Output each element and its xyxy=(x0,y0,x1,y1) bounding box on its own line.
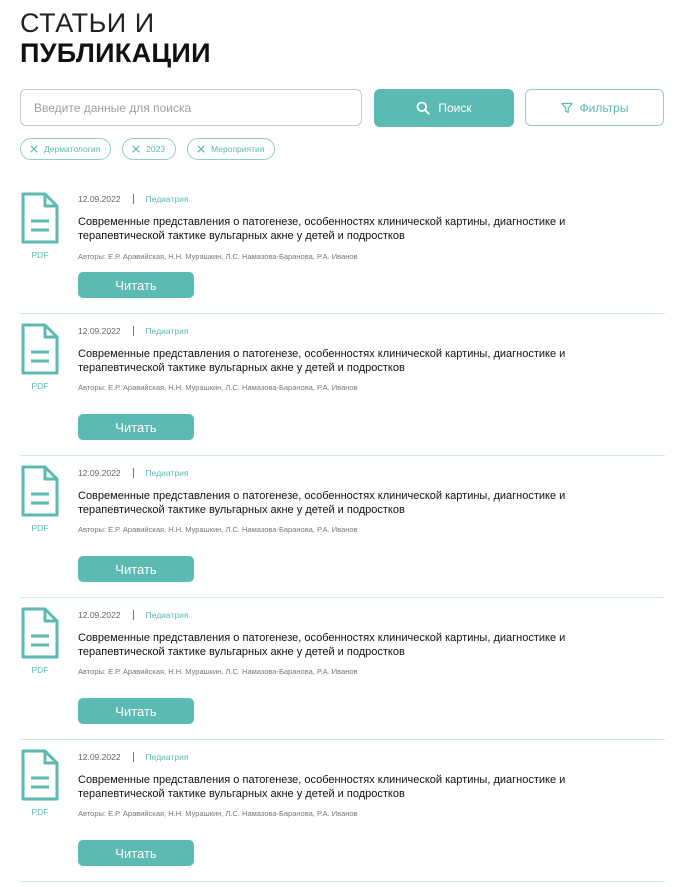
filter-chip-year[interactable]: 2023 xyxy=(122,138,177,160)
search-button-label: Поиск xyxy=(438,101,472,115)
filters-button[interactable]: Фильтры xyxy=(525,89,664,126)
close-icon[interactable] xyxy=(132,145,140,153)
file-type-label: PDF xyxy=(31,381,49,391)
pdf-document-icon[interactable] xyxy=(20,607,60,659)
filter-chip-label: 2023 xyxy=(146,144,166,154)
search-button[interactable]: Поиск xyxy=(374,89,514,127)
article-item: PDF 12.09.2022 Педиатрия Современные пре… xyxy=(20,314,665,456)
pdf-document-icon[interactable] xyxy=(20,192,60,244)
filter-chip-dermatology[interactable]: Дерматология xyxy=(20,138,112,160)
article-date: 12.09.2022 xyxy=(78,752,121,762)
file-type-label: PDF xyxy=(31,523,49,533)
file-type-label: PDF xyxy=(31,665,49,675)
meta-divider xyxy=(132,752,134,762)
article-title[interactable]: Современные представления о патогенезе, … xyxy=(78,489,638,517)
meta-divider xyxy=(132,326,134,336)
article-title[interactable]: Современные представления о патогенезе, … xyxy=(78,347,638,375)
article-category[interactable]: Педиатрия xyxy=(146,468,189,478)
article-category[interactable]: Педиатрия xyxy=(146,752,189,762)
article-date: 12.09.2022 xyxy=(78,326,121,336)
meta-divider xyxy=(132,610,134,620)
article-item: PDF 12.09.2022 Педиатрия Современные пре… xyxy=(20,456,665,598)
article-date: 12.09.2022 xyxy=(78,194,121,204)
filter-chip-label: Мероприятия xyxy=(211,144,265,154)
read-button[interactable]: Читать xyxy=(78,840,194,866)
pdf-document-icon[interactable] xyxy=(20,465,60,517)
pdf-document-icon[interactable] xyxy=(20,749,60,801)
article-item: PDF 12.09.2022 Педиатрия Современные пре… xyxy=(20,740,665,882)
article-date: 12.09.2022 xyxy=(78,610,121,620)
article-category[interactable]: Педиатрия xyxy=(146,610,189,620)
read-button[interactable]: Читать xyxy=(78,556,194,582)
search-input[interactable] xyxy=(20,89,362,126)
article-meta: 12.09.2022 Педиатрия xyxy=(78,468,188,478)
file-type-label: PDF xyxy=(31,250,49,260)
funnel-icon xyxy=(560,102,573,113)
close-icon[interactable] xyxy=(197,145,205,153)
file-type-label: PDF xyxy=(31,807,49,817)
article-date: 12.09.2022 xyxy=(78,468,121,478)
page-title-line1: СТАТЬИ И xyxy=(20,8,155,38)
article-list: PDF 12.09.2022 Педиатрия Современные пре… xyxy=(20,183,665,882)
close-icon[interactable] xyxy=(30,145,38,153)
article-title[interactable]: Современные представления о патогенезе, … xyxy=(78,773,638,801)
article-authors: Авторы: Е.Р. Аравийская, Н.Н. Мурашкин, … xyxy=(78,383,358,392)
article-meta: 12.09.2022 Педиатрия xyxy=(78,194,188,204)
article-meta: 12.09.2022 Педиатрия xyxy=(78,326,188,336)
meta-divider xyxy=(132,468,134,478)
read-button[interactable]: Читать xyxy=(78,414,194,440)
article-authors: Авторы: Е.Р. Аравийская, Н.Н. Мурашкин, … xyxy=(78,667,358,676)
filters-button-label: Фильтры xyxy=(579,100,629,115)
article-title[interactable]: Современные представления о патогенезе, … xyxy=(78,631,638,659)
meta-divider xyxy=(132,194,134,204)
article-item: PDF 12.09.2022 Педиатрия Современные пре… xyxy=(20,598,665,740)
read-button[interactable]: Читать xyxy=(78,272,194,298)
article-authors: Авторы: Е.Р. Аравийская, Н.Н. Мурашкин, … xyxy=(78,809,358,818)
search-icon xyxy=(416,101,431,115)
article-title[interactable]: Современные представления о патогенезе, … xyxy=(78,215,638,243)
page-title-line2: ПУБЛИКАЦИИ xyxy=(20,38,211,68)
article-category[interactable]: Педиатрия xyxy=(146,326,189,336)
article-authors: Авторы: Е.Р. Аравийская, Н.Н. Мурашкин, … xyxy=(78,252,358,261)
article-meta: 12.09.2022 Педиатрия xyxy=(78,752,188,762)
active-filters: Дерматология 2023 Мероприятия xyxy=(20,138,276,160)
read-button[interactable]: Читать xyxy=(78,698,194,724)
pdf-document-icon[interactable] xyxy=(20,323,60,375)
filter-chip-events[interactable]: Мероприятия xyxy=(187,138,276,160)
article-authors: Авторы: Е.Р. Аравийская, Н.Н. Мурашкин, … xyxy=(78,525,358,534)
article-meta: 12.09.2022 Педиатрия xyxy=(78,610,188,620)
filter-chip-label: Дерматология xyxy=(44,144,101,154)
article-category[interactable]: Педиатрия xyxy=(146,194,189,204)
article-item: PDF 12.09.2022 Педиатрия Современные пре… xyxy=(20,183,665,314)
